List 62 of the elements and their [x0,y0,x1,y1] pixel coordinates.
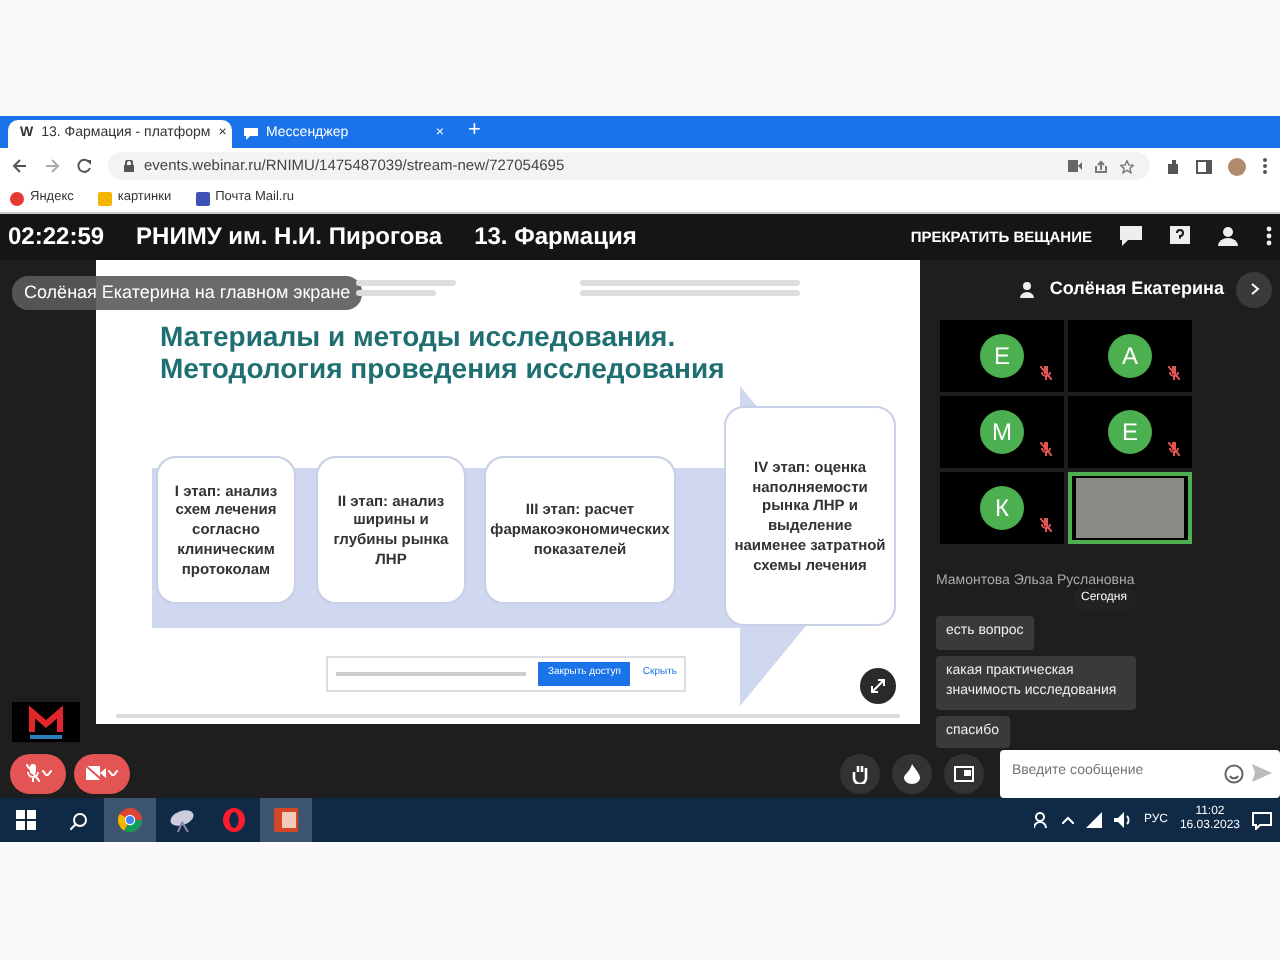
bookmark-icon [97,191,112,205]
windows-logo-icon [16,810,36,830]
share-icon[interactable] [1094,159,1108,173]
chevron-right-icon [1249,282,1259,296]
camera-icon[interactable] [1068,159,1082,171]
back-icon[interactable] [12,158,28,174]
avatar-circle: А [1108,333,1152,377]
chrome-icon [118,808,142,832]
volume-icon[interactable] [1113,812,1132,828]
lock-icon [124,160,134,172]
stream-timer: 02:22:59 [8,220,105,255]
satellite-dish-icon [170,808,194,832]
caret-icon [108,770,118,776]
avatar-circle: М [980,409,1024,453]
camera-off-icon [86,766,106,780]
taskbar-app[interactable] [104,798,156,842]
new-tab-button[interactable]: + [468,113,481,146]
message-icon [244,128,258,140]
presenter-label: Солёная Екатерина на главном экране [12,275,363,310]
raise-hand-button[interactable] [840,753,880,793]
blurred-text [356,279,456,295]
muted-mic-icon [25,764,39,782]
fullscreen-button[interactable] [860,667,896,703]
picture-in-picture-icon [954,765,974,781]
bookmark-icon [10,191,24,205]
microphone-button[interactable] [10,753,66,793]
avatar-circle: Е [980,333,1024,377]
user-icon[interactable] [1218,226,1238,247]
reload-icon[interactable] [76,158,92,174]
presentation-app-icon [274,808,298,832]
caret-icon [41,770,51,776]
university-logo [12,702,80,742]
people-icon[interactable] [1033,812,1050,828]
bookmark-icon [195,191,210,205]
more-icon[interactable] [1266,226,1272,247]
chevron-up-icon[interactable] [1061,816,1074,824]
avatar-circle: Е [1108,409,1152,453]
picture-in-picture-button[interactable] [944,753,984,793]
side-panel-icon[interactable] [1196,159,1212,173]
taskbar-app[interactable] [260,798,312,842]
more-icon[interactable] [1262,158,1268,174]
search-icon [69,811,87,829]
emoji-icon[interactable] [1224,763,1244,783]
next-button[interactable] [1236,271,1272,307]
event-title: 13. Фармация [474,220,637,255]
slide-title-line: Материалы и методы исследования. [160,319,678,353]
opera-icon [222,808,246,832]
expand-icon [870,677,886,693]
slide-title-line: Методология проведения исследования [160,352,727,387]
camera-button[interactable] [74,753,130,793]
question-icon[interactable] [1170,226,1190,247]
profile-avatar-icon[interactable] [1228,157,1246,175]
avatar-circle: К [980,485,1024,529]
featured-participant: Солёная Екатерина [1049,275,1224,302]
person-icon [1019,281,1038,297]
hand-icon [851,763,869,783]
organization-name: РНИМУ им. Н.И. Пирогова [136,220,443,255]
chat-icon[interactable] [1120,226,1142,247]
network-icon[interactable] [1085,812,1102,828]
notification-icon[interactable] [1252,811,1272,829]
reaction-button[interactable] [892,753,932,793]
star-icon[interactable] [1120,159,1134,173]
